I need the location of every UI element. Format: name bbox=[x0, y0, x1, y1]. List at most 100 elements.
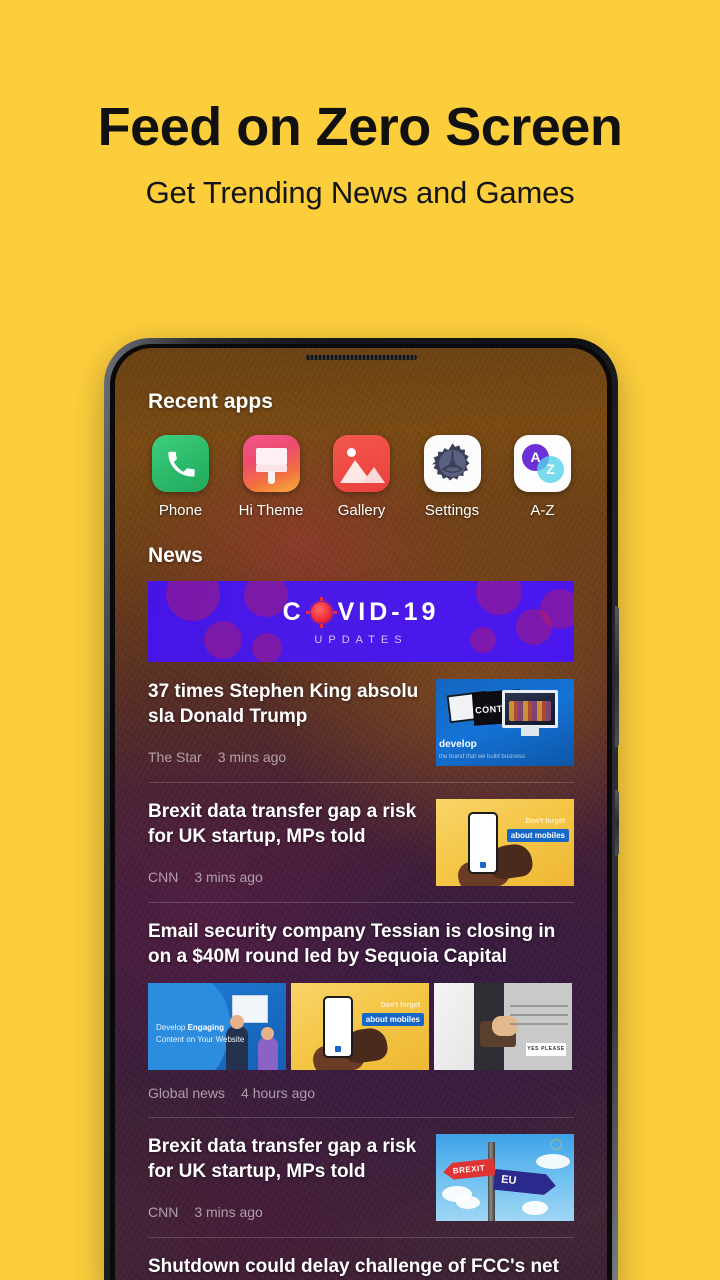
phone-bezel: Recent apps Phone Hi Theme Gallery Setti… bbox=[110, 344, 612, 1280]
roller-head-shape bbox=[255, 448, 287, 465]
news-headline[interactable]: Email security company Tessian is closin… bbox=[148, 919, 574, 969]
news-timestamp: 3 mins ago bbox=[194, 869, 263, 886]
promo-header: Feed on Zero Screen Get Trending News an… bbox=[0, 0, 720, 211]
news-source: CNN bbox=[148, 1204, 179, 1221]
news-thumbnail[interactable]: Don't forget about mobiles bbox=[291, 983, 429, 1071]
news-item-text: Brexit data transfer gap a risk for UK s… bbox=[148, 1134, 422, 1220]
news-item[interactable]: Brexit data transfer gap a risk for UK s… bbox=[148, 782, 574, 902]
thumb-tag-top: Don't forget bbox=[525, 818, 565, 825]
news-thumbnail[interactable]: BREXIT EU bbox=[436, 1134, 574, 1222]
news-item[interactable]: Shutdown could delay challenge of FCC's … bbox=[148, 1237, 574, 1280]
news-item[interactable]: Brexit data transfer gap a risk for UK s… bbox=[148, 1117, 574, 1237]
letter-z: Z bbox=[537, 456, 564, 483]
app-label: Settings bbox=[424, 502, 480, 519]
news-section-title: News bbox=[148, 544, 203, 567]
news-meta: CNN 3 mins ago bbox=[148, 1204, 422, 1220]
page-subtitle: Get Trending News and Games bbox=[145, 174, 575, 210]
app-hi-theme[interactable]: Hi Theme bbox=[235, 435, 308, 519]
news-headline[interactable]: Brexit data transfer gap a risk for UK s… bbox=[148, 1134, 422, 1184]
news-item-row: Brexit data transfer gap a risk for UK s… bbox=[148, 1134, 574, 1222]
news-timestamp: 4 hours ago bbox=[241, 1085, 315, 1102]
handset-glyph bbox=[167, 451, 195, 477]
virus-blob bbox=[166, 581, 220, 621]
thumb-tag: about mobiles bbox=[361, 1013, 424, 1027]
a-z-icon[interactable]: A Z bbox=[514, 435, 571, 492]
covid-text-before: C bbox=[282, 597, 305, 626]
thumb-caption-sub: the brand that we build business bbox=[439, 754, 526, 760]
phone-mockup: Recent apps Phone Hi Theme Gallery Setti… bbox=[104, 338, 619, 1280]
news-headline[interactable]: Brexit data transfer gap a risk for UK s… bbox=[148, 799, 422, 849]
paint-roller-icon[interactable] bbox=[242, 435, 300, 492]
thumb-tag-top: Don't forget bbox=[380, 1002, 420, 1010]
virus-blob bbox=[470, 627, 496, 653]
news-meta: The Star 3 mins ago bbox=[148, 749, 422, 765]
thumb-cta: YES PLEASE bbox=[526, 1043, 566, 1057]
cloud-shape bbox=[522, 1201, 548, 1216]
eu-stars-icon bbox=[551, 1139, 562, 1151]
power-button[interactable] bbox=[615, 790, 619, 856]
app-gallery[interactable]: Gallery bbox=[325, 435, 398, 519]
cloud-shape bbox=[456, 1196, 480, 1210]
news-thumbnail[interactable]: CONTACT develop the brand that we build … bbox=[436, 679, 574, 766]
news-item[interactable]: 37 times Stephen King absolu sla Donald … bbox=[148, 662, 574, 782]
news-headline[interactable]: 37 times Stephen King absolu sla Donald … bbox=[148, 679, 422, 729]
news-item-text: Brexit data transfer gap a risk for UK s… bbox=[148, 799, 422, 885]
news-meta: Global news 4 hours ago bbox=[148, 1085, 574, 1101]
speaker-grille-icon bbox=[305, 355, 417, 360]
news-timestamp: 3 mins ago bbox=[217, 749, 287, 766]
news-headline[interactable]: Shutdown could delay challenge of FCC's … bbox=[148, 1254, 574, 1279]
gear-icon[interactable] bbox=[423, 435, 481, 492]
app-a-z[interactable]: A Z A-Z bbox=[506, 435, 579, 519]
zero-screen: Recent apps Phone Hi Theme Gallery Setti… bbox=[115, 348, 607, 1280]
news-timestamp: 3 mins ago bbox=[194, 1204, 263, 1221]
virus-blob bbox=[244, 581, 288, 617]
covid-banner-subtitle: UPDATES bbox=[314, 633, 408, 646]
app-phone[interactable]: Phone bbox=[144, 435, 217, 519]
news-feed: C VID-19 UPDATES 37 times Stephen King a… bbox=[115, 581, 607, 1280]
person-shape bbox=[226, 1015, 248, 1071]
eu-sign: EU bbox=[493, 1169, 557, 1196]
news-thumbnail[interactable]: YES PLEASE bbox=[434, 983, 572, 1071]
news-meta: CNN 3 mins ago bbox=[148, 869, 422, 885]
phone-mock-shape bbox=[323, 996, 353, 1059]
thumb-caption-line1: Develop Engaging bbox=[156, 1023, 225, 1033]
virus-blob bbox=[204, 621, 242, 659]
news-thumbnail-gallery: Develop Engaging Content on Your Website bbox=[148, 983, 574, 1071]
cloud-shape bbox=[536, 1154, 570, 1170]
covid-banner-title: C VID-19 bbox=[283, 598, 440, 627]
photo-icon[interactable] bbox=[333, 435, 390, 492]
news-source: Global news bbox=[148, 1085, 226, 1102]
monitor-shape bbox=[502, 690, 558, 736]
news-item[interactable]: Email security company Tessian is closin… bbox=[148, 902, 574, 1117]
virus-blob bbox=[540, 589, 574, 629]
phone-icon[interactable] bbox=[152, 435, 209, 492]
coronavirus-icon bbox=[305, 601, 337, 623]
news-item-text: 37 times Stephen King absolu sla Donald … bbox=[148, 679, 422, 765]
news-source: The Star bbox=[148, 749, 202, 766]
thumb-caption: develop bbox=[439, 739, 477, 750]
people-band-shape bbox=[509, 701, 551, 721]
person-shape bbox=[258, 1027, 278, 1071]
recent-apps-row: Phone Hi Theme Gallery Settings A Z A-Z bbox=[115, 414, 607, 519]
news-source: CNN bbox=[148, 869, 179, 886]
phone-screen: Recent apps Phone Hi Theme Gallery Setti… bbox=[115, 348, 607, 1280]
covid-text-after: VID-19 bbox=[337, 597, 440, 626]
app-settings[interactable]: Settings bbox=[416, 435, 489, 519]
mountain-shape bbox=[362, 467, 385, 483]
news-thumbnail[interactable]: Develop Engaging Content on Your Website bbox=[148, 983, 286, 1071]
covid-banner[interactable]: C VID-19 UPDATES bbox=[148, 581, 574, 662]
news-thumbnail[interactable]: Don't forget about mobiles bbox=[436, 799, 574, 886]
sun-shape bbox=[347, 448, 356, 457]
thumb-tag: about mobiles bbox=[506, 829, 569, 842]
app-label: A-Z bbox=[530, 502, 555, 519]
page-title: Feed on Zero Screen bbox=[97, 97, 623, 157]
virus-blob bbox=[252, 633, 282, 662]
app-label: Phone bbox=[158, 502, 203, 519]
virus-blob bbox=[476, 581, 522, 615]
phone-mock-shape bbox=[468, 812, 498, 874]
news-item-row: Brexit data transfer gap a risk for UK s… bbox=[148, 799, 574, 886]
text-lines-shape bbox=[510, 1005, 568, 1032]
app-label: Hi Theme bbox=[238, 502, 304, 519]
news-item-row: 37 times Stephen King absolu sla Donald … bbox=[148, 679, 574, 766]
volume-button[interactable] bbox=[615, 606, 619, 747]
